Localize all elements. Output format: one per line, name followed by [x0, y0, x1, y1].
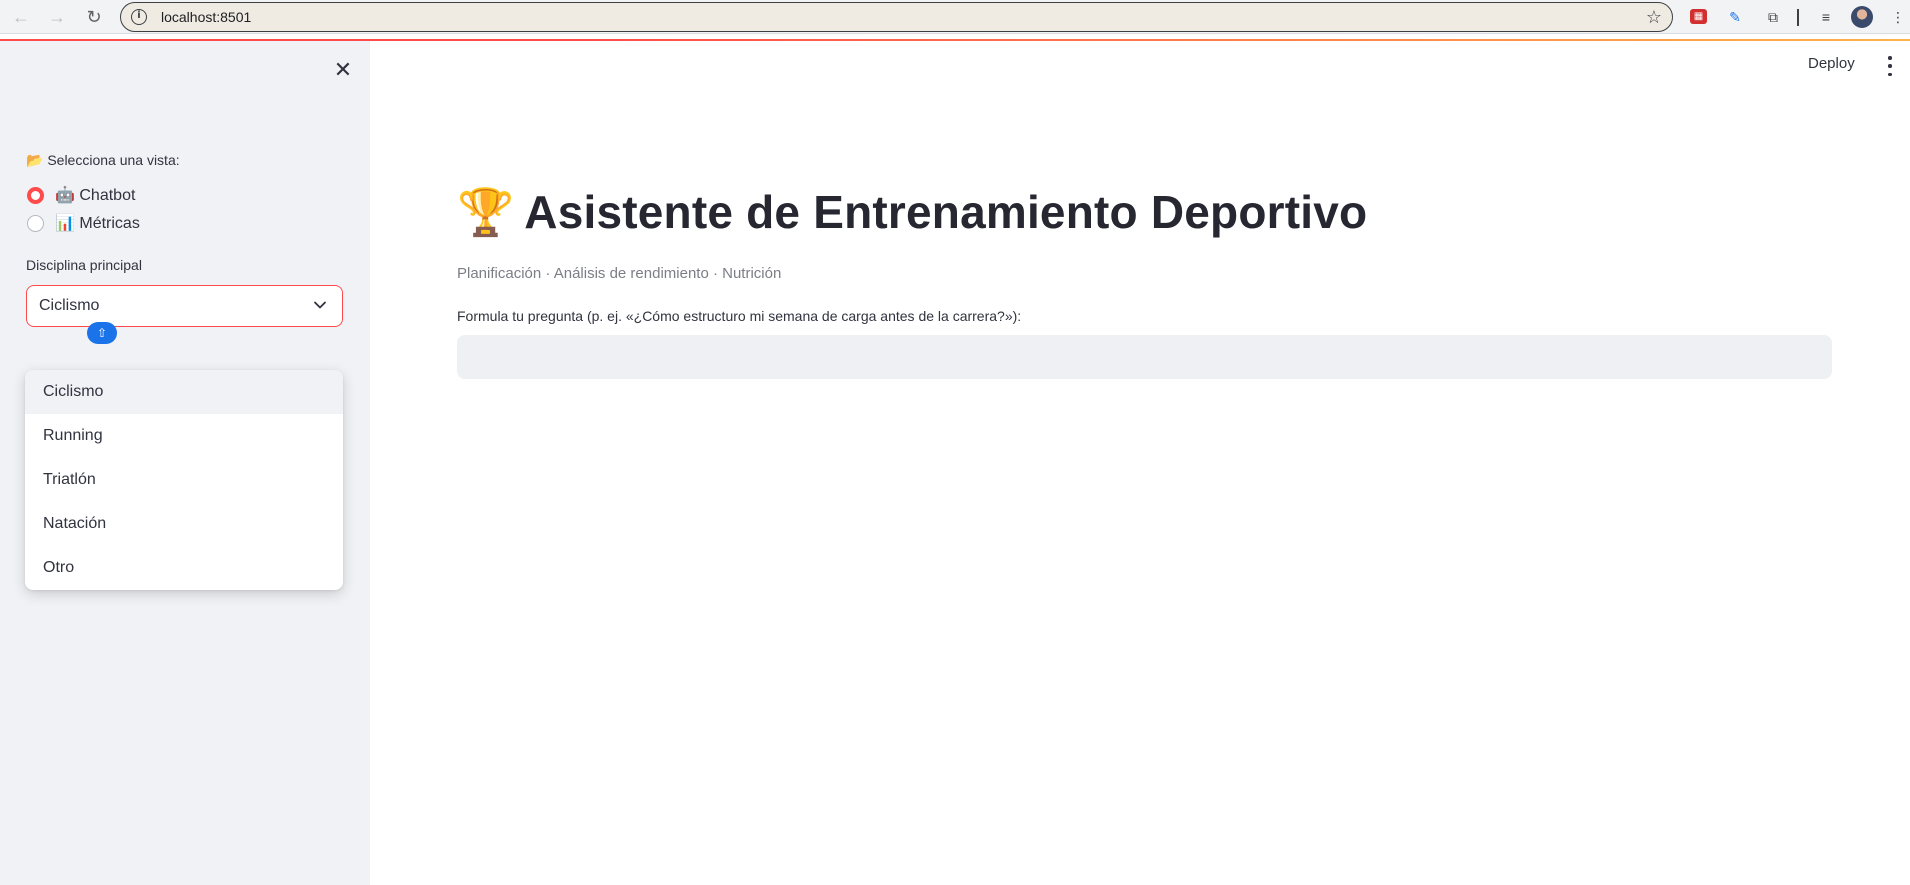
radio-option-metricas[interactable]: 📊 Métricas	[27, 213, 140, 233]
address-url[interactable]: localhost:8501	[161, 9, 251, 25]
radio-unchecked-indicator[interactable]	[27, 214, 44, 232]
radio-option-chatbot[interactable]: 🤖 Chatbot	[27, 185, 135, 205]
dropdown-option-natacion[interactable]: Natación	[25, 502, 343, 546]
radio-label-chatbot: 🤖 Chatbot	[55, 187, 136, 204]
sidebar: ✕ 📂 Selecciona una vista: 🤖 Chatbot 📊 Mé…	[0, 41, 370, 885]
chevron-down-icon	[314, 301, 326, 309]
view-selector-label: 📂 Selecciona una vista:	[26, 152, 180, 168]
reload-icon[interactable]: ↻	[81, 4, 107, 30]
page-title-text: Asistente de Entrenamiento Deportivo	[524, 186, 1368, 238]
back-icon[interactable]: ←	[8, 4, 34, 30]
page-title: 🏆 Asistente de Entrenamiento Deportivo	[457, 185, 1367, 239]
extension-feather-icon[interactable]: ✎	[1724, 6, 1746, 28]
site-info-icon[interactable]: i	[131, 9, 147, 25]
question-input[interactable]	[457, 335, 1832, 379]
radio-label-metricas: 📊 Métricas	[55, 215, 140, 232]
toolbar-separator	[1797, 9, 1799, 26]
dropdown-option-triatlon[interactable]: Triatlón	[25, 458, 343, 502]
extensions-puzzle-icon[interactable]: ⧉	[1762, 6, 1784, 28]
radio-checked-indicator[interactable]	[27, 186, 44, 204]
dropdown-option-ciclismo[interactable]: Ciclismo	[25, 370, 343, 414]
browser-menu-icon[interactable]: ⋮	[1891, 6, 1905, 28]
close-sidebar-icon[interactable]: ✕	[332, 59, 354, 81]
profile-avatar[interactable]	[1851, 6, 1873, 28]
dropdown-option-otro[interactable]: Otro	[25, 546, 343, 590]
address-bar[interactable]: i localhost:8501 ☆	[120, 2, 1673, 32]
main-menu-icon[interactable]	[1887, 56, 1893, 76]
bookmark-star-icon[interactable]: ☆	[1646, 7, 1662, 28]
keyboard-shortcut-badge-icon: ⇧	[87, 322, 117, 344]
discipline-selected-value: Ciclismo	[39, 297, 100, 314]
dropdown-option-running[interactable]: Running	[25, 414, 343, 458]
media-control-icon[interactable]: ≡	[1815, 6, 1837, 28]
question-label: Formula tu pregunta (p. ej. «¿Cómo estru…	[457, 308, 1022, 324]
page-subtitle: Planificación · Análisis de rendimiento …	[457, 265, 782, 282]
deploy-button[interactable]: Deploy	[1808, 55, 1855, 72]
browser-toolbar: ← → ↻ i localhost:8501 ☆ ▦ ✎ ⧉ ≡ ⋮	[0, 0, 1910, 34]
forward-icon[interactable]: →	[44, 4, 70, 30]
discipline-dropdown-menu: Ciclismo Running Triatlón Natación Otro	[25, 370, 343, 590]
discipline-label: Disciplina principal	[26, 257, 142, 273]
trophy-icon: 🏆	[457, 186, 515, 238]
extension-red-icon[interactable]: ▦	[1690, 9, 1707, 24]
discipline-select[interactable]: Ciclismo	[26, 285, 343, 327]
